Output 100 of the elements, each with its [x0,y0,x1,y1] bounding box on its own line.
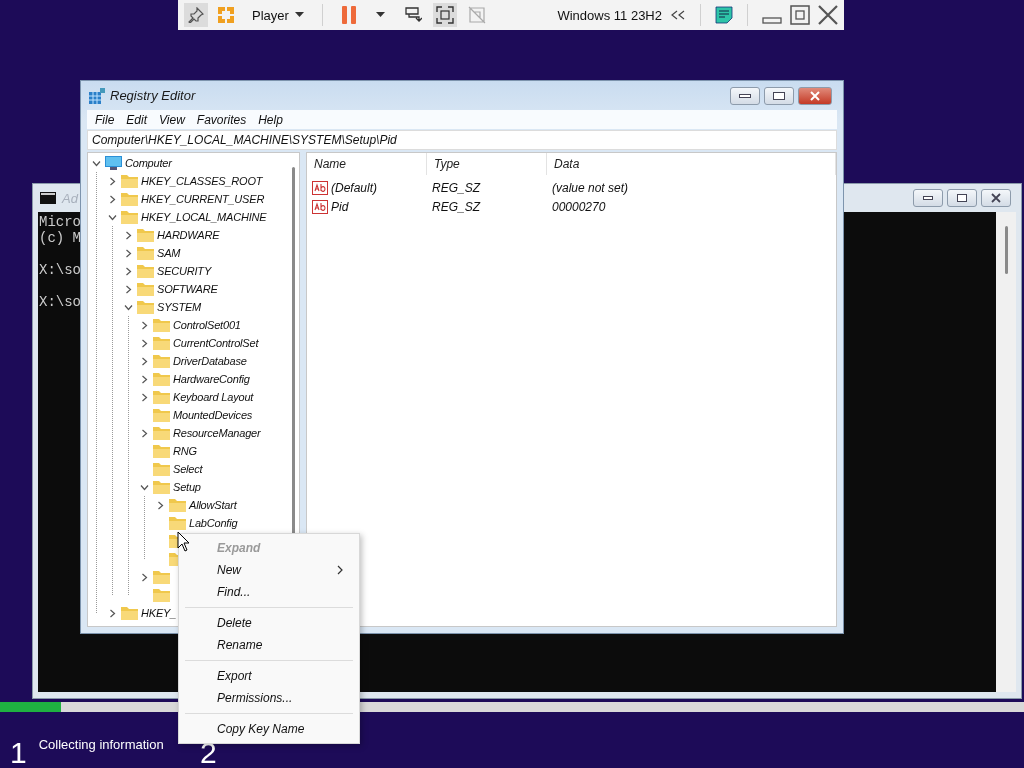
chevron-right-icon[interactable] [123,248,133,258]
tree-item[interactable]: CurrentControlSet [173,337,259,349]
tree-item[interactable]: HardwareConfig [173,373,250,385]
close-icon[interactable] [818,5,838,25]
maximize-button[interactable] [947,189,977,207]
folder-icon [169,516,186,530]
value-name[interactable]: Pid [331,199,349,214]
chevron-right-icon[interactable] [107,176,117,186]
maximize-button[interactable] [764,86,794,105]
console-icon [40,192,56,204]
chevron-right-icon[interactable] [139,338,149,348]
column-header[interactable]: Type [427,153,547,175]
crossed-screen-icon [467,6,486,24]
menu-item[interactable]: Favorites [190,112,253,127]
address-bar[interactable]: Computer\HKEY_LOCAL_MACHINE\SYSTEM\Setup\Pid [87,130,837,150]
chevron-right-icon[interactable] [139,428,149,438]
player-menu[interactable]: Player [248,7,308,23]
chevron-right-icon[interactable] [123,230,133,240]
value-type: REG_SZ [431,198,482,216]
column-header[interactable]: Data [547,153,836,175]
tree-item[interactable]: HKEY_LOCAL_MACHINE [141,211,267,223]
tree-item[interactable]: AllowStart [189,499,237,511]
menu-item[interactable]: Delete [183,612,355,634]
close-icon [991,193,1001,203]
menu-item[interactable]: View [153,112,191,127]
minimize-button[interactable] [913,189,943,207]
column-header[interactable]: Name [307,153,427,175]
folder-icon [153,390,170,404]
folder-icon [121,174,138,188]
tree-item[interactable]: HKEY_ [141,607,177,619]
menu-item[interactable]: File [89,112,121,127]
chevron-right-icon[interactable] [107,608,117,618]
console-line: Micro [39,214,81,230]
folder-icon [137,282,154,296]
chevron-right-icon[interactable] [123,266,133,276]
folder-icon [153,570,170,584]
folder-icon [153,372,170,386]
pause-icon [340,6,357,24]
fullscreen-button[interactable] [432,3,457,27]
chevron-right-icon[interactable] [139,572,149,582]
chevron-right-icon[interactable] [139,356,149,366]
tree-item[interactable]: HARDWARE [157,229,220,241]
chevron-down-icon[interactable] [139,482,149,492]
tree-item[interactable]: SECURITY [157,265,212,277]
value-data: (value not set) [551,179,630,197]
chevron-right-icon[interactable] [107,194,117,204]
menu-item[interactable]: Permissions... [183,687,355,709]
menu-item[interactable]: Edit [120,112,154,127]
tree-item[interactable]: SYSTEM [157,301,202,313]
tree-item[interactable]: SAM [157,247,181,259]
minimize-icon [923,196,933,200]
chevron-down-icon[interactable] [107,212,117,222]
menu-item[interactable]: Help [252,112,289,127]
tree-item[interactable]: ResourceManager [173,427,261,439]
menu-item[interactable]: Rename [183,634,355,656]
pin-icon [188,7,204,23]
caret-icon [376,12,386,18]
tree-item[interactable]: Select [173,463,203,475]
folder-icon [137,246,154,260]
tree-item[interactable]: MountedDevices [173,409,253,421]
double-chevron-icon[interactable] [670,10,686,20]
menu-item[interactable]: Export [183,665,355,687]
minimize-icon [739,93,751,98]
folder-icon [153,354,170,368]
tree-item[interactable]: SOFTWARE [157,283,218,295]
tree-item[interactable]: LabConfig [189,517,238,529]
folder-icon [121,192,138,206]
note-icon[interactable] [715,6,733,24]
chevron-right-icon[interactable] [123,284,133,294]
chevron-right-icon[interactable] [155,500,165,510]
tree-item[interactable]: Keyboard Layout [173,391,254,403]
string-value-icon [312,180,328,195]
scrollbar[interactable] [996,212,1016,692]
monitor-arrow-icon [403,6,422,24]
tree-item[interactable]: RNG [173,445,197,457]
folder-icon [137,228,154,242]
menu-item[interactable]: New [183,559,355,581]
console-line: X:\so [39,294,81,310]
menu-item[interactable]: Copy Key Name [183,718,355,740]
tree-item[interactable]: Setup [173,481,201,493]
chevron-right-icon[interactable] [139,392,149,402]
chevron-right-icon[interactable] [139,374,149,384]
minimize-button[interactable] [730,86,760,105]
value-name[interactable]: (Default) [331,180,377,195]
folder-icon [169,498,186,512]
tree-item[interactable]: HKEY_CLASSES_ROOT [141,175,263,187]
tree-item[interactable]: Computer [125,157,172,169]
pin-button[interactable] [184,3,208,27]
chevron-down-icon[interactable] [91,158,101,168]
close-button[interactable] [798,86,832,105]
tree-item[interactable]: HKEY_CURRENT_USER [141,193,265,205]
chevron-right-icon[interactable] [139,320,149,330]
tree-item[interactable]: DriverDatabase [173,355,247,367]
tree-item[interactable]: ControlSet001 [173,319,241,331]
close-button[interactable] [981,189,1011,207]
window-title: Registry Editor [110,88,196,103]
step-number: 1 [10,742,27,764]
menu-item[interactable]: Find... [183,581,355,603]
restore-icon[interactable] [790,5,810,25]
chevron-down-icon[interactable] [123,302,133,312]
